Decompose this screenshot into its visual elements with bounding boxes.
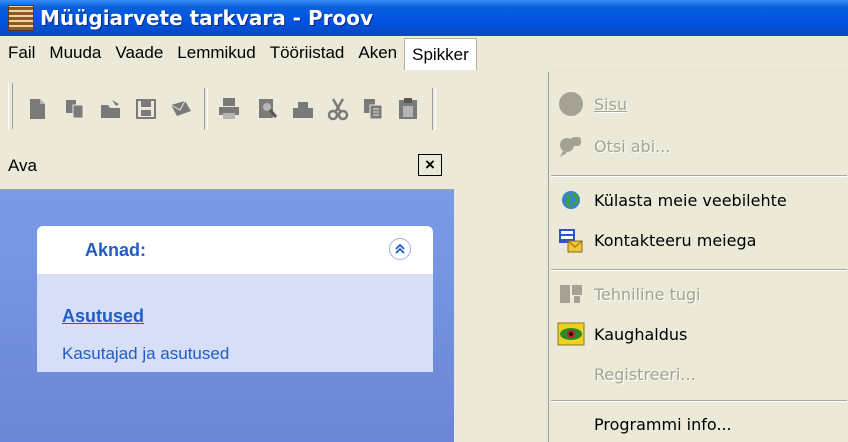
search-help-icon (553, 130, 589, 162)
chevron-up-icon (395, 243, 405, 254)
menu-item-programmi-info[interactable]: Programmi info... (549, 406, 848, 442)
toolbar-separator (204, 88, 208, 130)
task-pane-body: Aknad: Asutused Kasutajad ja asutused (0, 190, 454, 442)
toolbar-grip[interactable] (8, 83, 13, 129)
menu-item-label: Kaughaldus (594, 324, 688, 344)
cut-icon[interactable] (325, 96, 351, 122)
task-pane: Ava × Aknad: Asutused Kasutajad ja asutu… (0, 146, 454, 442)
task-pane-title: Ava (8, 156, 37, 175)
menu-item-otsi-abi[interactable]: Otsi abi... (549, 128, 848, 164)
remote-eye-icon (553, 318, 589, 350)
email-icon[interactable] (168, 96, 194, 122)
menu-separator (551, 269, 847, 271)
menu-separator (551, 175, 847, 177)
title-bar: Müügiarvete tarkvara - Proov (0, 0, 848, 36)
menu-separator (551, 400, 847, 402)
menu-vaade[interactable]: Vaade (108, 38, 170, 68)
group-header[interactable]: Aknad: (37, 226, 433, 274)
menu-item-label: Programmi info... (594, 414, 732, 434)
menu-item-label: Registreeri... (594, 364, 696, 384)
paste-icon[interactable] (395, 96, 421, 122)
menu-spikker[interactable]: Spikker (404, 38, 477, 70)
menu-item-tehniline-tugi[interactable]: Tehniline tugi (549, 276, 848, 312)
menu-item-label: Otsi abi... (594, 136, 671, 156)
print-icon[interactable] (216, 96, 242, 122)
help-contents-icon (553, 88, 589, 120)
menu-item-label: Külasta meie veebilehte (594, 190, 787, 210)
contact-icon (553, 224, 589, 256)
menu-muuda[interactable]: Muuda (42, 38, 108, 68)
open-icon[interactable] (98, 96, 124, 122)
menu-item-label: Sisu (594, 94, 628, 114)
menu-fail[interactable]: Fail (0, 38, 42, 68)
task-pane-header: Ava × (0, 146, 454, 190)
collapse-button[interactable] (389, 238, 411, 260)
menu-bar: Fail Muuda Vaade Lemmikud Tööriistad Ake… (0, 36, 848, 70)
new-document-icon[interactable] (24, 96, 50, 122)
menu-tooriistad[interactable]: Tööriistad (263, 38, 352, 68)
globe-icon (553, 184, 589, 216)
support-icon (553, 278, 589, 310)
copy-icon[interactable] (360, 96, 386, 122)
menu-item-sisu[interactable]: Sisu (549, 86, 848, 122)
asutused-link[interactable]: Asutused (62, 306, 144, 327)
asutused-description: Kasutajad ja asutused (62, 344, 230, 363)
app-icon[interactable] (8, 5, 34, 31)
window-title: Müügiarvete tarkvara - Proov (40, 6, 373, 30)
copy-document-icon[interactable] (62, 96, 88, 122)
aknad-group: Aknad: Asutused Kasutajad ja asutused (37, 226, 433, 372)
print-preview-icon[interactable] (254, 96, 280, 122)
group-title: Aknad: (85, 240, 147, 260)
group-body: Asutused Kasutajad ja asutused (37, 274, 433, 372)
menu-aken[interactable]: Aken (351, 38, 404, 68)
menu-item-label: Kontakteeru meiega (594, 230, 757, 250)
close-button[interactable]: × (418, 154, 442, 176)
menu-item-kulasta-veebilehte[interactable]: Külasta meie veebilehte (549, 182, 848, 218)
close-icon: × (425, 155, 435, 174)
menu-item-label: Tehniline tugi (594, 284, 701, 304)
printer-icon[interactable] (290, 96, 316, 122)
toolbar-separator (432, 88, 436, 130)
menu-lemmikud[interactable]: Lemmikud (170, 38, 262, 68)
menu-item-kontakteeru[interactable]: Kontakteeru meiega (549, 222, 848, 258)
save-icon[interactable] (133, 96, 159, 122)
help-menu: Sisu Otsi abi... Külasta meie veebilehte… (548, 72, 848, 442)
menu-item-registreeri[interactable]: Registreeri... (549, 356, 848, 392)
menu-item-kaughaldus[interactable]: Kaughaldus (549, 316, 848, 352)
